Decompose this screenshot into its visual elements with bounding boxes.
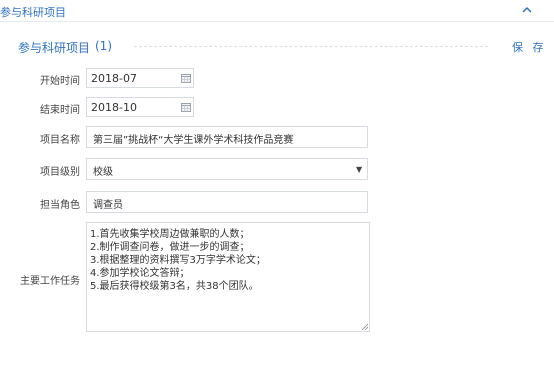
project-name-label: 项目名称 xyxy=(40,135,80,146)
section-divider xyxy=(134,46,488,47)
end-time-value: 2018-10 xyxy=(91,101,137,114)
task-line: 3.根据整理的资料撰写3万字学术论文； xyxy=(90,255,266,266)
calendar-icon[interactable] xyxy=(181,102,191,112)
end-time-field[interactable]: 2018-10 xyxy=(86,97,194,117)
main-tasks-textarea[interactable]: 1.首先收集学校周边做兼职的人数； 2.制作调查问卷，做进一步的调查； 3.根据… xyxy=(86,222,370,332)
role-field[interactable]: 调查员 xyxy=(86,191,368,213)
section-title: 参与科研项目 xyxy=(18,41,91,55)
task-line: 1.首先收集学校周边做兼职的人数； xyxy=(90,229,250,240)
project-name-value: 第三届”挑战杯“大学生课外学术科技作品竞赛 xyxy=(93,135,294,146)
project-level-value: 校级 xyxy=(93,167,113,178)
project-level-label: 项目级别 xyxy=(40,167,80,178)
section-heading: 参与科研项目 (1) 保 存 xyxy=(0,32,554,55)
task-line: 4.参加学校论文答辩； xyxy=(90,268,190,279)
calendar-icon[interactable] xyxy=(181,73,191,83)
chevron-up-icon[interactable] xyxy=(521,5,533,15)
role-label: 担当角色 xyxy=(40,200,80,211)
start-time-field[interactable]: 2018-07 xyxy=(86,68,194,88)
task-line: 5.最后获得校级第3名，共38个团队。 xyxy=(90,281,259,292)
dropdown-arrow-icon[interactable]: ▼ xyxy=(356,165,362,174)
task-line: 2.制作调查问卷，做进一步的调查； xyxy=(90,242,250,253)
role-value: 调查员 xyxy=(93,200,123,211)
project-name-field[interactable]: 第三届”挑战杯“大学生课外学术科技作品竞赛 xyxy=(86,126,368,148)
start-time-label: 开始时间 xyxy=(40,76,80,87)
panel-header: 参与科研项目 xyxy=(0,0,554,22)
main-tasks-label: 主要工作任务 xyxy=(20,276,80,287)
start-time-value: 2018-07 xyxy=(91,72,137,85)
panel-title: 参与科研项目 xyxy=(0,6,66,19)
resize-handle-icon[interactable] xyxy=(361,323,368,330)
project-level-select[interactable]: 校级 ▼ xyxy=(86,158,368,180)
section-count: (1) xyxy=(95,39,112,53)
save-button[interactable]: 保 存 xyxy=(512,39,547,55)
end-time-label: 结束时间 xyxy=(40,105,80,116)
